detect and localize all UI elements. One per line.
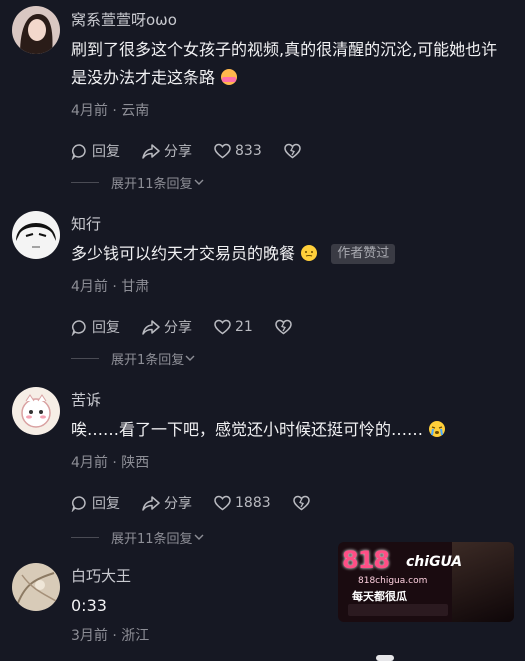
comment-icon [71,495,86,512]
chevron-down-icon [185,355,195,361]
username[interactable]: 知行 [71,214,511,234]
comment-time: 4月前 [71,279,108,295]
comment-meta: 3月前 · 浙江 [71,628,150,644]
share-label: 分享 [164,320,192,336]
comment-actions: 回复 分享 21 [71,317,511,337]
comment-location: 陕西 [121,455,150,471]
comment-text: 刷到了很多这个女孩子的视频,真的很清醒的沉沦,可能她也许是没办法才走这条路 [71,36,511,95]
avatar[interactable] [12,387,60,435]
comment-meta: 4月前 · 云南 [71,103,150,119]
chevron-down-icon [194,534,204,540]
ad-footer-strip [348,604,448,616]
comment-location: 云南 [121,103,150,119]
like-button[interactable]: 21 [214,319,253,335]
chevron-down-icon [194,179,204,185]
heart-icon [214,143,231,159]
share-label: 分享 [164,144,192,160]
dislike-icon [283,143,301,159]
dislike-button[interactable] [283,143,305,159]
reply-label: 回复 [92,496,120,512]
reply-button[interactable]: 回复 [71,317,120,337]
reply-label: 回复 [92,144,120,160]
comment-time: 4月前 [71,103,108,119]
comment-time: 4月前 [71,455,108,471]
ad-logo-sub: chiGUA [406,554,463,570]
expand-label: 展开11条回复 [111,176,193,192]
comment-actions: 回复 分享 1883 [71,493,511,513]
like-button[interactable]: 1883 [214,495,271,511]
username[interactable]: 苦诉 [71,390,511,410]
comment-meta: 4月前 · 甘肃 [71,279,150,295]
expand-label: 展开1条回复 [111,352,185,368]
comment-actions: 回复 分享 833 [71,141,511,161]
divider [71,357,99,359]
dislike-icon [275,319,292,335]
like-button[interactable]: 833 [214,143,262,159]
like-count: 21 [235,319,253,335]
ad-slogan: 每天都很瓜 [352,590,407,603]
comment-icon [71,143,86,160]
comment-location: 甘肃 [121,279,150,295]
username[interactable]: 窝系萱萱呀oωo [71,10,511,30]
divider [71,181,99,183]
share-button[interactable]: 分享 [142,141,192,161]
heart-icon [214,319,231,335]
share-label: 分享 [164,496,192,512]
expand-replies[interactable]: 展开11条回复 [71,173,205,192]
comment-text: 唉……看了一下吧，感觉还小时候还挺可怜的…… [71,416,511,447]
like-count: 1883 [235,495,271,511]
scroll-indicator [376,655,394,661]
expand-replies[interactable]: 展开11条回复 [71,528,205,547]
comment-text-content: 唉……看了一下吧，感觉还小时候还挺可怜的…… [71,420,424,439]
comment-icon [71,319,86,336]
share-icon [142,495,160,511]
face-emoji-icon [300,243,318,271]
expand-label: 展开11条回复 [111,531,193,547]
reply-button[interactable]: 回复 [71,493,120,513]
comment-text-content: 刷到了很多这个女孩子的视频,真的很清醒的沉沦,可能她也许是没办法才走这条路 [71,40,498,87]
share-icon [142,143,160,159]
share-button[interactable]: 分享 [142,493,192,513]
divider [71,536,99,538]
hug-emoji-icon [220,67,238,95]
comment-text-content: 多少钱可以约天才交易员的晚餐 [71,244,296,263]
avatar[interactable] [12,6,60,54]
expand-replies[interactable]: 展开1条回复 [71,349,196,368]
like-count: 833 [235,143,262,159]
author-liked-badge: 作者赞过 [331,244,396,264]
dislike-icon [292,495,310,511]
avatar[interactable] [12,211,60,259]
crying-emoji-icon [428,419,446,447]
ad-logo: 818 [342,546,390,574]
dislike-button[interactable] [292,495,314,511]
comment-meta: 4月前 · 陕西 [71,455,150,471]
comment-location: 浙江 [121,628,150,644]
share-button[interactable]: 分享 [142,317,192,337]
reply-button[interactable]: 回复 [71,141,120,161]
comment-text: 多少钱可以约天才交易员的晚餐 作者赞过 [71,240,511,271]
ad-banner[interactable]: 818 chiGUA 818chigua.com 每天都很瓜 [338,542,514,622]
comment-time: 3月前 [71,628,108,644]
ad-url: 818chigua.com [358,576,428,586]
heart-icon [214,495,231,511]
share-icon [142,319,160,335]
dislike-button[interactable] [275,319,296,335]
avatar[interactable] [12,563,60,611]
reply-label: 回复 [92,320,120,336]
